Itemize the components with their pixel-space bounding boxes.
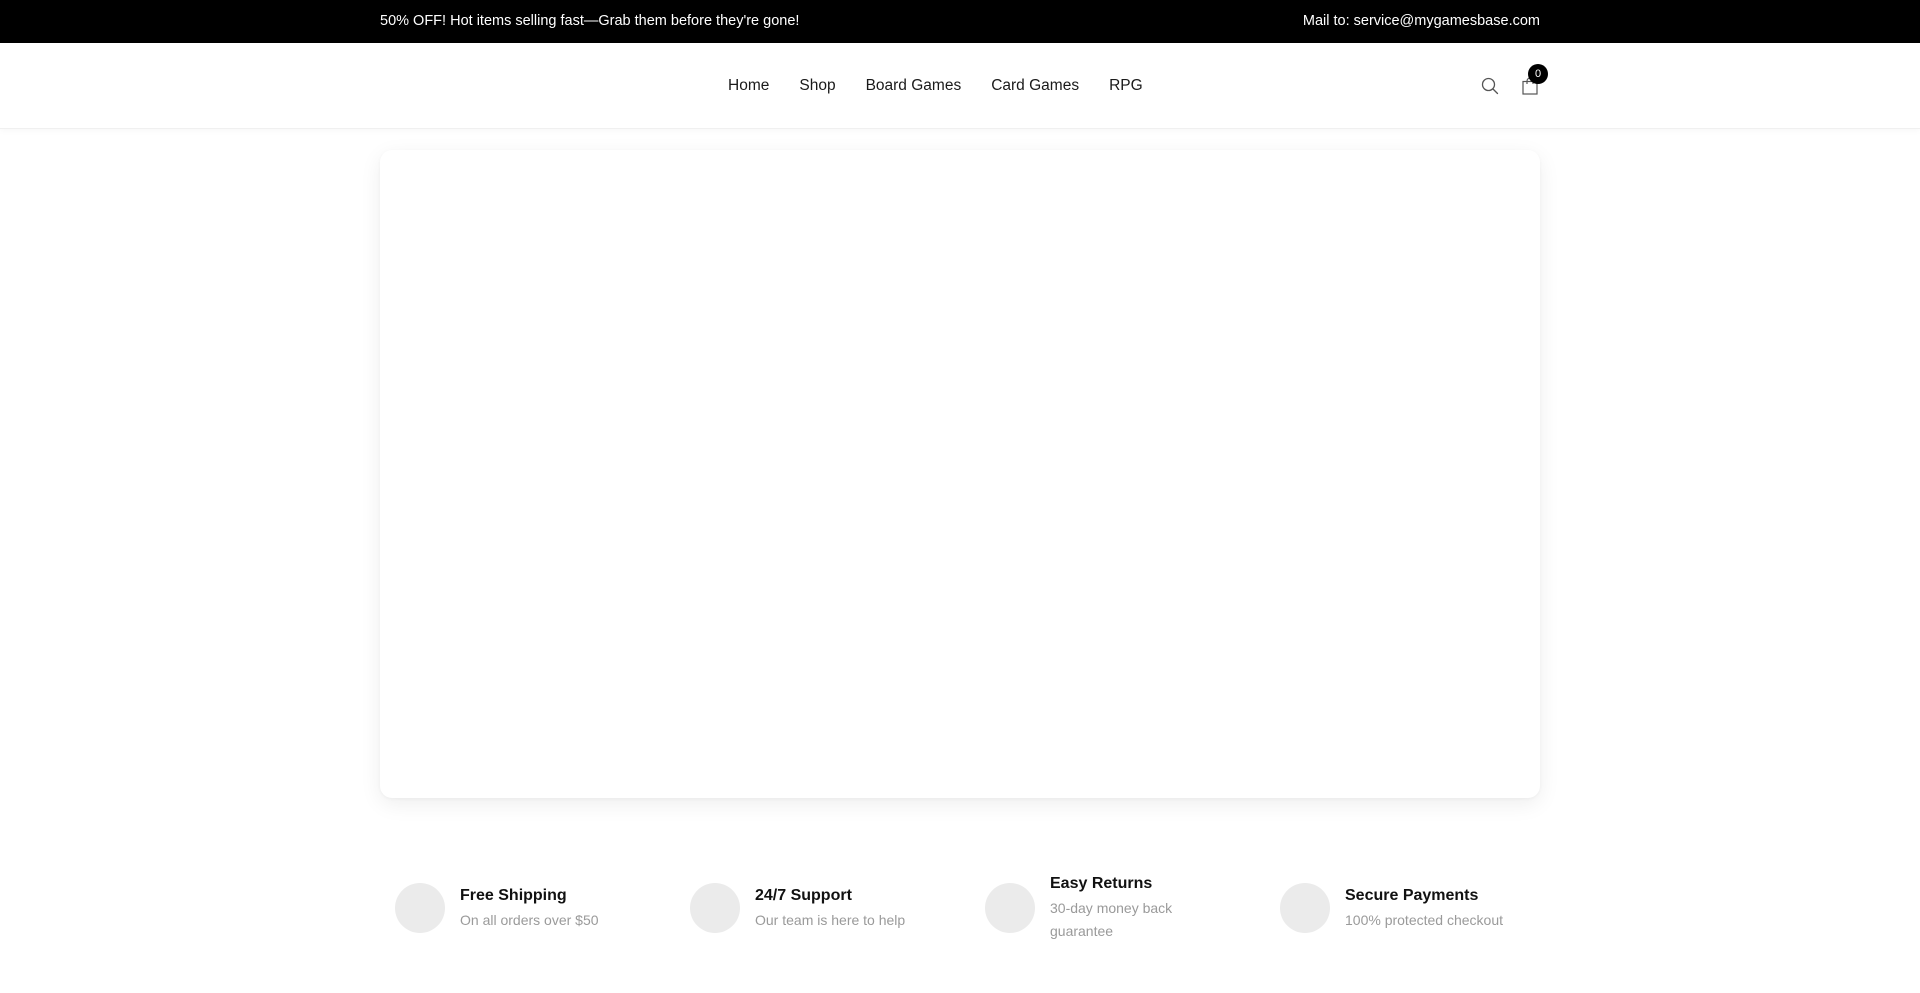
feature-subtitle: Our team is here to help <box>755 911 906 928</box>
promo-text: 50% OFF! Hot items selling fast—Grab the… <box>380 13 800 29</box>
contact-email-link[interactable]: Mail to: service@mygamesbase.com <box>1303 0 1540 43</box>
main-nav: Home Shop Board Games Card Games RPG <box>728 43 1173 129</box>
feature-subtitle: 100% protected checkout <box>1345 911 1503 928</box>
nav-item-board-games[interactable]: Board Games <box>866 77 962 95</box>
search-button[interactable] <box>1480 76 1500 96</box>
hero-banner <box>380 150 1540 798</box>
feature-title: Secure Payments <box>1345 886 1479 904</box>
nav-item-home[interactable]: Home <box>728 77 769 95</box>
features-strip: Free Shipping On all orders over $50 24/… <box>380 870 1540 950</box>
shipping-icon <box>395 883 445 933</box>
nav-item-card-games[interactable]: Card Games <box>991 77 1079 95</box>
nav-item-rpg[interactable]: RPG <box>1109 77 1143 95</box>
feature-title: 24/7 Support <box>755 886 852 904</box>
feature-title: Free Shipping <box>460 886 567 904</box>
feature-subtitle: 30-day money back guarantee <box>1050 900 1173 939</box>
feature-easy-returns: Easy Returns 30-day money back guarantee <box>970 870 1265 950</box>
feature-subtitle: On all orders over $50 <box>460 911 599 928</box>
secure-payment-icon <box>1280 883 1330 933</box>
search-icon <box>1481 77 1499 95</box>
cart-button[interactable]: 0 <box>1520 64 1548 96</box>
feature-secure-payments: Secure Payments 100% protected checkout <box>1265 870 1560 950</box>
feature-support: 24/7 Support Our team is here to help <box>675 870 970 950</box>
site-header: Home Shop Board Games Card Games RPG 0 <box>0 43 1920 129</box>
feature-title: Easy Returns <box>1050 875 1153 892</box>
nav-item-shop[interactable]: Shop <box>799 77 835 95</box>
returns-icon <box>985 883 1035 933</box>
announcement-bar: 50% OFF! Hot items selling fast—Grab the… <box>0 0 1920 43</box>
feature-free-shipping: Free Shipping On all orders over $50 <box>380 870 675 950</box>
header-actions: 0 <box>1480 43 1548 129</box>
support-icon <box>690 883 740 933</box>
cart-count-badge: 0 <box>1528 64 1548 84</box>
